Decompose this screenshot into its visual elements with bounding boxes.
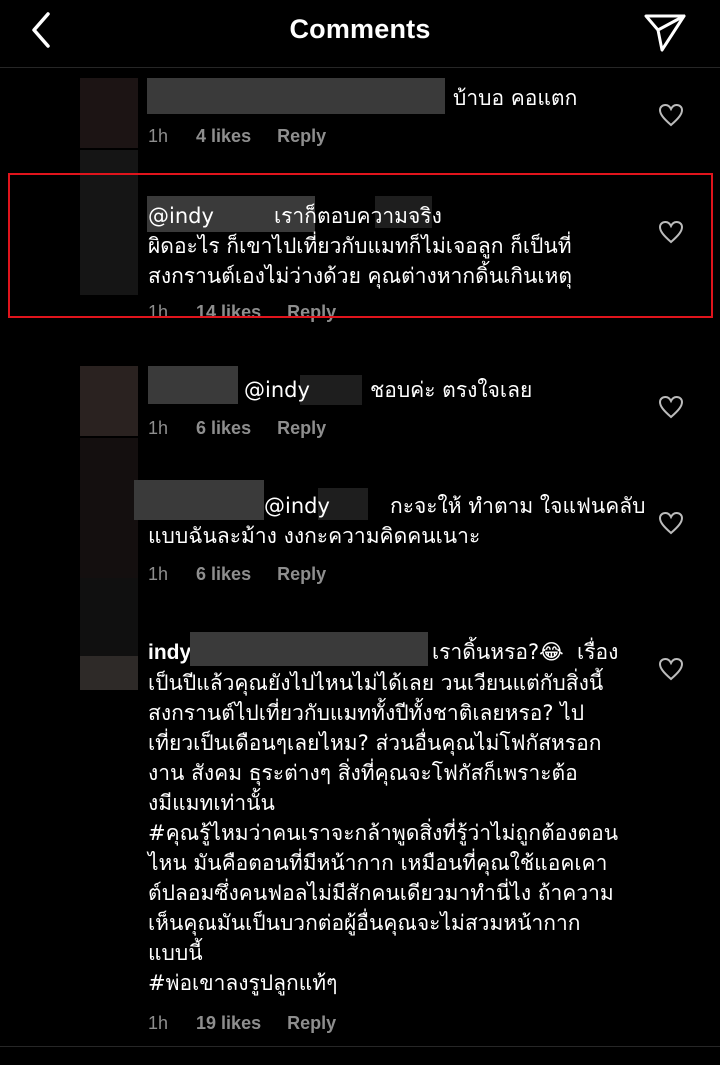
comment-text: บ้าบอ คอแตก [453,86,578,110]
highlight-box [8,173,713,318]
avatar[interactable] [80,366,138,436]
comment-time: 1h [148,1013,169,1033]
username-redacted[interactable] [190,632,428,666]
heart-icon[interactable] [658,103,684,127]
comment-text-first: เราดิ้นหรอ?😂 เรื่อง [432,640,619,664]
likes-count[interactable]: 19 likes [196,1013,261,1033]
avatar[interactable] [80,438,138,578]
reply-button[interactable]: Reply [287,1013,336,1033]
avatar[interactable] [80,78,138,148]
avatar[interactable] [80,578,138,656]
comment-time: 1h [148,126,169,146]
comment-text: @indy ชอบค่ะ ตรงใจเลย [244,378,533,402]
comment-meta: 1h 4 likes Reply [148,126,352,147]
comment-meta: 1h 19 likes Reply [148,1013,362,1034]
comment-time: 1h [148,418,169,438]
comment-text: เป็นปีแล้วคุณยังไปไหนไม่ได้เลย วนเวียนแต… [148,671,619,995]
heart-icon[interactable] [658,395,684,419]
heart-icon[interactable] [658,657,684,681]
avatar[interactable] [80,656,138,690]
paper-plane-icon[interactable] [640,8,690,56]
comment-meta: 1h 6 likes Reply [148,564,352,585]
likes-count[interactable]: 6 likes [196,564,251,584]
page-title: Comments [289,14,431,44]
comment-time: 1h [148,564,169,584]
reply-button[interactable]: Reply [277,126,326,146]
comment-meta: 1h 6 likes Reply [148,418,352,439]
username-redacted[interactable] [147,78,445,114]
comment-text: @indy กะจะให้ ทำตาม ใจแฟนคลับ แบบฉันละม้… [148,494,646,548]
bottom-divider [0,1046,720,1065]
heart-icon[interactable] [658,511,684,535]
reply-button[interactable]: Reply [277,564,326,584]
header-bar: Comments [0,0,720,68]
username-redacted[interactable] [148,366,238,404]
likes-count[interactable]: 4 likes [196,126,251,146]
likes-count[interactable]: 6 likes [196,418,251,438]
reply-button[interactable]: Reply [277,418,326,438]
